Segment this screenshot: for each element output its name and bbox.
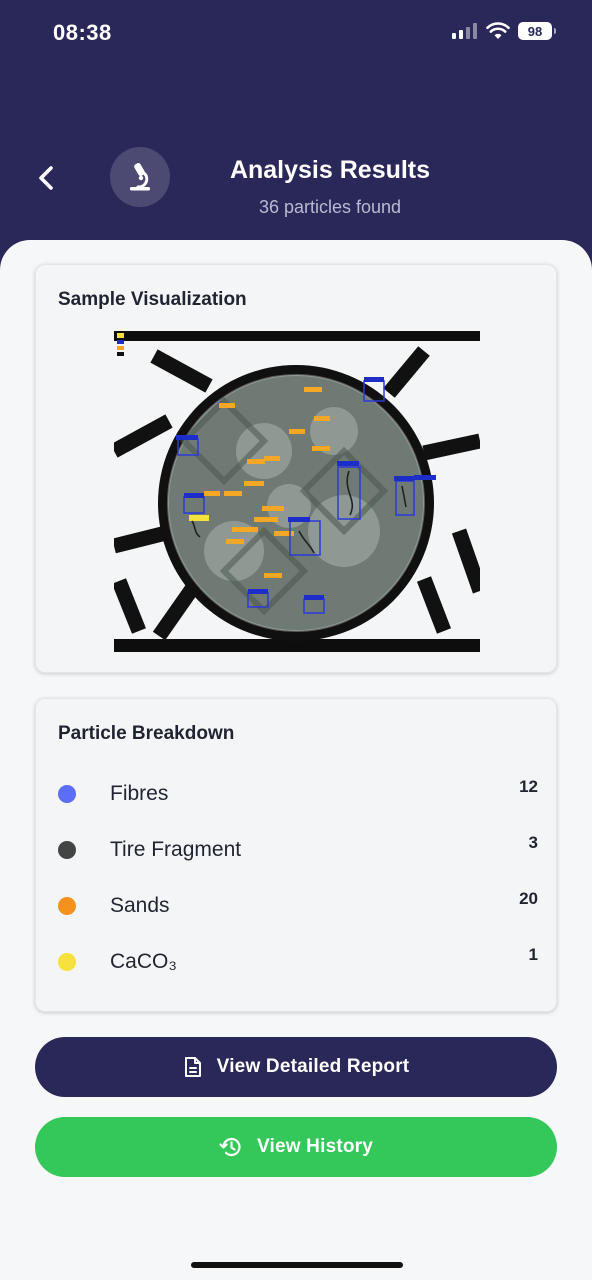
row-count: 3	[528, 833, 538, 852]
app-logo	[110, 147, 170, 207]
home-indicator[interactable]	[191, 1262, 403, 1268]
particle-count-subtitle: 36 particles found	[258, 197, 402, 217]
breakdown-row-fibres: Fibres 12	[58, 777, 538, 809]
microscope-icon	[130, 163, 150, 191]
particle-breakdown-card: Particle Breakdown Fibres 12 Tire Fragme…	[35, 698, 557, 1012]
view-history-button[interactable]: View History	[35, 1117, 557, 1177]
history-icon	[219, 1137, 241, 1157]
status-time: 08:38	[53, 20, 112, 45]
caco3-color-dot	[58, 953, 76, 971]
breakdown-row-sands: Sands 20	[58, 889, 538, 921]
breakdown-row-caco3: CaCO₃ 1	[58, 945, 538, 977]
history-button-label: View History	[256, 1136, 374, 1157]
row-count: 12	[519, 777, 538, 796]
sample-visualization-card: Sample Visualization	[35, 264, 557, 673]
row-label: CaCO₃	[110, 950, 177, 973]
visualization-title: Sample Visualization	[58, 289, 247, 310]
view-detailed-report-button[interactable]: View Detailed Report	[35, 1037, 557, 1097]
sample-image[interactable]	[114, 331, 480, 652]
page-title: Analysis Results	[229, 156, 431, 184]
status-icons: 98	[452, 22, 556, 40]
signal-icon	[452, 23, 478, 39]
breakdown-row-tire-fragment: Tire Fragment 3	[58, 833, 538, 865]
row-label: Fibres	[110, 782, 169, 805]
back-button[interactable]	[30, 158, 64, 198]
tire-fragment-color-dot	[58, 841, 76, 859]
report-button-label: View Detailed Report	[216, 1056, 410, 1077]
sample-microscope-image	[114, 331, 480, 652]
breakdown-title: Particle Breakdown	[58, 723, 235, 744]
battery-icon: 98	[518, 22, 556, 40]
chevron-left-icon	[39, 166, 53, 190]
fibres-color-dot	[58, 785, 76, 803]
row-label: Sands	[110, 894, 170, 917]
status-bar: 08:38 98	[0, 0, 592, 64]
row-label: Tire Fragment	[110, 838, 242, 861]
document-icon	[184, 1057, 201, 1077]
sands-color-dot	[58, 897, 76, 915]
wifi-icon	[486, 22, 510, 39]
row-count: 1	[528, 945, 538, 964]
row-count: 20	[519, 889, 538, 908]
